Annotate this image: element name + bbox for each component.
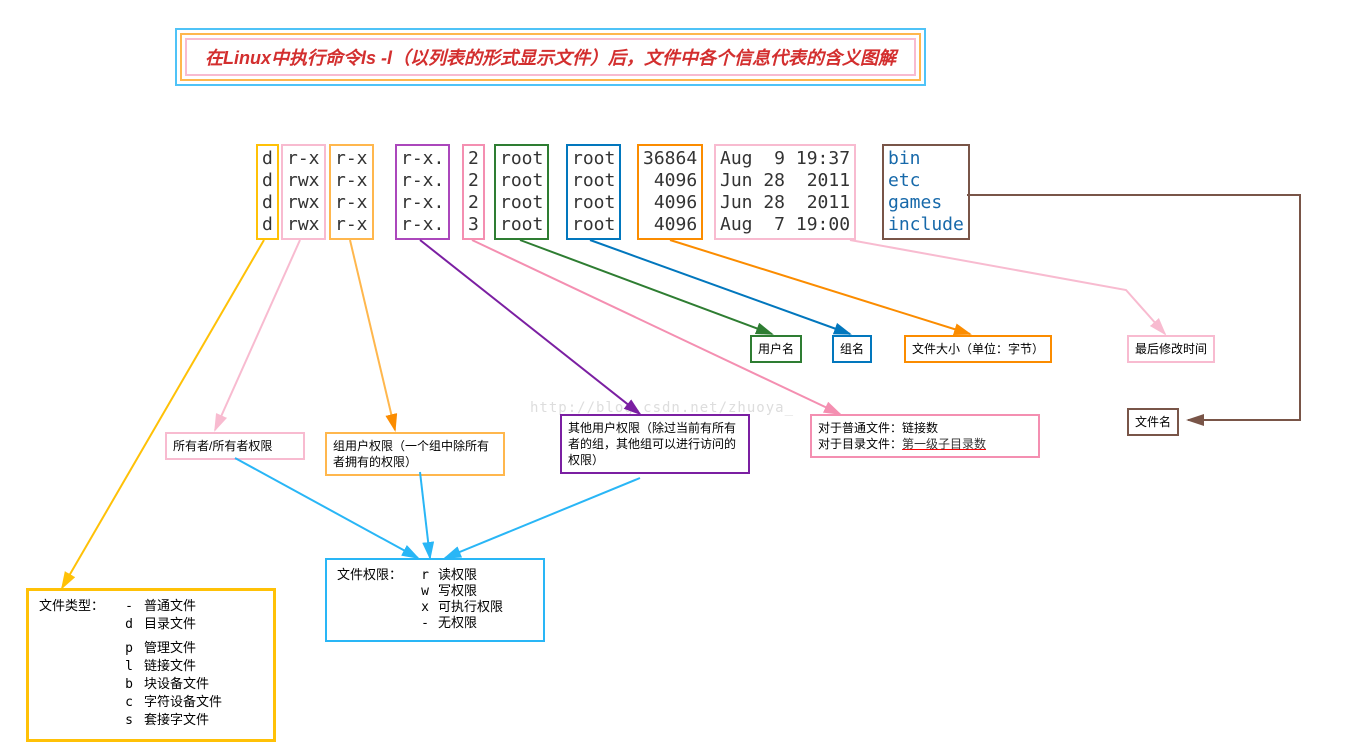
perm-key: x <box>412 600 438 616</box>
filetype-item: b块设备文件 <box>114 677 222 693</box>
filetype-item: p管理文件 <box>114 641 222 657</box>
label-mtime: 最后修改时间 <box>1127 335 1215 363</box>
title-mid-box: 在Linux中执行命令ls -l（以列表的形式显示文件）后，文件中各个信息代表的… <box>180 33 921 81</box>
perm-key: w <box>412 584 438 600</box>
col-perm-owner: r-x rwx rwx rwx <box>281 144 326 240</box>
label-group: 组名 <box>832 335 872 363</box>
label-group-perm: 组用户权限（一个组中除所有者拥有的权限） <box>325 432 505 476</box>
filetype-key: - <box>114 599 144 615</box>
filetype-key: c <box>114 695 144 711</box>
perm-item: r读权限 <box>412 568 503 584</box>
filetype-value: 链接文件 <box>144 659 196 674</box>
filetype-value: 目录文件 <box>144 617 196 632</box>
perm-item: x可执行权限 <box>412 600 503 616</box>
perm-key: r <box>412 568 438 584</box>
label-owner-perm: 所有者/所有者权限 <box>165 432 305 460</box>
filetype-key: s <box>114 713 144 729</box>
label-user: 用户名 <box>750 335 802 363</box>
col-date: Aug 9 19:37 Jun 28 2011 Jun 28 2011 Aug … <box>714 144 856 240</box>
filetype-item: s套接字文件 <box>114 713 222 729</box>
col-group: root root root root <box>566 144 621 240</box>
filetype-value: 块设备文件 <box>144 677 209 692</box>
perm-legend-title: 文件权限： <box>337 568 402 632</box>
title-outer-box: 在Linux中执行命令ls -l（以列表的形式显示文件）后，文件中各个信息代表的… <box>175 28 926 86</box>
filetype-item: l链接文件 <box>114 659 222 675</box>
filetype-item: c字符设备文件 <box>114 695 222 711</box>
perm-value: 可执行权限 <box>438 600 503 615</box>
perm-legend-box: 文件权限： r读权限w写权限x可执行权限-无权限 <box>325 558 545 642</box>
col-perm-group: r-x r-x r-x r-x <box>329 144 374 240</box>
filetype-item: d目录文件 <box>114 617 222 633</box>
filetype-key: d <box>114 617 144 633</box>
page-title: 在Linux中执行命令ls -l（以列表的形式显示文件）后，文件中各个信息代表的… <box>185 38 916 76</box>
label-other-perm: 其他用户权限（除过当前有所有者的组，其他组可以进行访问的权限） <box>560 414 750 474</box>
label-links: 对于普通文件：链接数 对于目录文件：第一级子目录数 <box>810 414 1040 458</box>
col-links: 2 2 2 3 <box>462 144 485 240</box>
filetype-key: l <box>114 659 144 675</box>
filetype-legend-title: 文件类型： <box>39 599 104 731</box>
col-filename: bin etc games include <box>882 144 970 240</box>
filetype-value: 普通文件 <box>144 599 196 614</box>
filetype-key: p <box>114 641 144 657</box>
perm-value: 写权限 <box>438 584 477 599</box>
filetype-value: 管理文件 <box>144 641 196 656</box>
label-size: 文件大小（单位：字节） <box>904 335 1052 363</box>
perm-item: w写权限 <box>412 584 503 600</box>
perm-item: -无权限 <box>412 616 503 632</box>
col-perm-other: r-x. r-x. r-x. r-x. <box>395 144 450 240</box>
filetype-legend-box: 文件类型： -普通文件d目录文件p管理文件l链接文件b块设备文件c字符设备文件s… <box>26 588 276 742</box>
filetype-key: b <box>114 677 144 693</box>
label-links-dir: 对于目录文件： <box>818 437 902 451</box>
perm-key: - <box>412 616 438 632</box>
filetype-value: 字符设备文件 <box>144 695 222 710</box>
label-links-dir-underline: 第一级子目录数 <box>902 437 986 451</box>
filetype-item: -普通文件 <box>114 599 222 615</box>
label-links-normal: 对于普通文件：链接数 <box>818 420 1032 436</box>
perm-value: 读权限 <box>438 568 477 583</box>
col-size: 36864 4096 4096 4096 <box>637 144 703 240</box>
col-filetype: d d d d <box>256 144 279 240</box>
perm-value: 无权限 <box>438 616 477 631</box>
col-user: root root root root <box>494 144 549 240</box>
label-filename: 文件名 <box>1127 408 1179 436</box>
filetype-value: 套接字文件 <box>144 713 209 728</box>
